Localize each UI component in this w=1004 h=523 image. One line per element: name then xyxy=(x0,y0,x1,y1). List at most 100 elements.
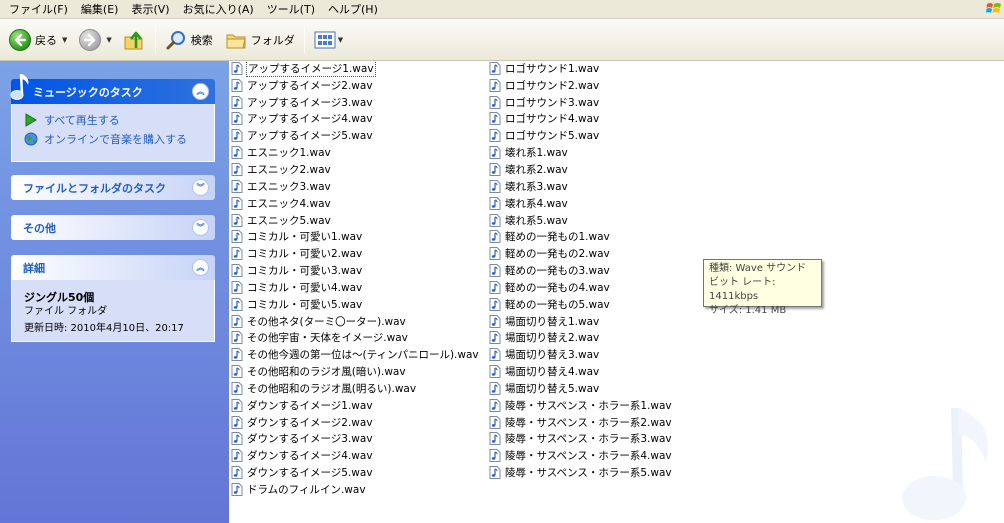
file-item[interactable]: 場面切り替え4.wav xyxy=(489,363,673,380)
wav-file-icon xyxy=(231,314,243,328)
file-name: アップするイメージ4.wav xyxy=(247,113,373,126)
menu-tools[interactable]: ツール(T) xyxy=(262,0,320,19)
menu-view[interactable]: 表示(V) xyxy=(126,0,174,19)
file-item[interactable]: 軽めの一発もの5.wav xyxy=(489,296,673,313)
file-item[interactable]: その他昭和のラジオ風(明るい).wav xyxy=(231,380,480,397)
file-item[interactable]: 軽めの一発もの3.wav xyxy=(489,262,673,279)
play-all-label: すべて再生する xyxy=(44,113,120,127)
expand-chevron-icon[interactable]: ︾ xyxy=(192,179,209,196)
file-item[interactable]: エスニック3.wav xyxy=(231,178,480,195)
file-item[interactable]: ロゴサウンド4.wav xyxy=(489,111,673,128)
expand-chevron-icon[interactable]: ︾ xyxy=(192,219,209,236)
file-item[interactable]: コミカル・可愛い3.wav xyxy=(231,262,480,279)
file-item[interactable]: その他今週の第一位は〜(ティンパニロール).wav xyxy=(231,346,480,363)
file-folder-tasks-header[interactable]: ファイルとフォルダのタスク ︾ xyxy=(11,175,215,200)
file-item[interactable]: 陵辱・サスペンス・ホラー系4.wav xyxy=(489,447,673,464)
back-button[interactable]: 戻る ▼ xyxy=(6,24,70,56)
file-name: コミカル・可愛い2.wav xyxy=(247,248,363,261)
file-name: コミカル・可愛い1.wav xyxy=(247,231,363,244)
views-dropdown-icon[interactable]: ▼ xyxy=(338,36,343,44)
file-item[interactable]: エスニック1.wav xyxy=(231,144,480,161)
file-item[interactable]: その他ネタ(ターミ〇ーター).wav xyxy=(231,313,480,330)
file-item[interactable]: コミカル・可愛い2.wav xyxy=(231,245,480,262)
file-item[interactable]: ダウンするイメージ1.wav xyxy=(231,397,480,414)
file-item[interactable]: 壊れ系2.wav xyxy=(489,161,673,178)
file-item[interactable]: ドラムのフィルイン.wav xyxy=(231,481,480,498)
file-item[interactable]: コミカル・可愛い4.wav xyxy=(231,279,480,296)
file-item[interactable]: 軽めの一発もの4.wav xyxy=(489,279,673,296)
file-item[interactable]: アップするイメージ4.wav xyxy=(231,111,480,128)
file-name: 軽めの一発もの5.wav xyxy=(505,298,610,311)
search-label: 検索 xyxy=(190,33,213,47)
music-tasks-header[interactable]: ミュージックのタスク ︽ xyxy=(10,73,215,104)
details-header[interactable]: 詳細 ︽ xyxy=(11,255,215,280)
file-item[interactable]: 壊れ系5.wav xyxy=(489,212,673,229)
forward-button[interactable]: ▼ xyxy=(76,24,114,56)
file-name: ロゴサウンド4.wav xyxy=(505,113,600,126)
file-item[interactable]: アップするイメージ1.wav xyxy=(231,61,480,77)
file-item[interactable]: 場面切り替え1.wav xyxy=(489,313,673,330)
forward-dropdown-icon[interactable]: ▼ xyxy=(106,36,111,44)
file-item[interactable]: 場面切り替え2.wav xyxy=(489,330,673,347)
file-list-view[interactable]: アップするイメージ1.wav アップするイメージ2.wav アップするイメージ3.w… xyxy=(229,61,1004,523)
collapse-chevron-icon[interactable]: ︽ xyxy=(192,83,209,100)
file-item[interactable]: 陵辱・サスペンス・ホラー系1.wav xyxy=(489,397,673,414)
file-item[interactable]: ダウンするイメージ2.wav xyxy=(231,414,480,431)
file-name: アップするイメージ2.wav xyxy=(247,79,373,92)
file-item[interactable]: 場面切り替え3.wav xyxy=(489,346,673,363)
wav-file-icon xyxy=(489,331,501,345)
file-item[interactable]: 陵辱・サスペンス・ホラー系3.wav xyxy=(489,431,673,448)
file-item[interactable]: ロゴサウンド2.wav xyxy=(489,77,673,94)
wav-file-icon xyxy=(489,230,501,244)
file-item[interactable]: エスニック4.wav xyxy=(231,195,480,212)
file-item[interactable]: その他昭和のラジオ風(暗い).wav xyxy=(231,363,480,380)
menu-favorites[interactable]: お気に入り(A) xyxy=(178,0,259,19)
file-item[interactable]: ダウンするイメージ5.wav xyxy=(231,464,480,481)
file-name: その他宇宙・天体をイメージ.wav xyxy=(247,332,408,345)
file-item[interactable]: ダウンするイメージ4.wav xyxy=(231,447,480,464)
up-folder-icon xyxy=(124,31,143,49)
wav-file-icon xyxy=(231,230,243,244)
file-name: その他昭和のラジオ風(暗い).wav xyxy=(247,366,406,379)
file-item[interactable]: コミカル・可愛い5.wav xyxy=(231,296,480,313)
file-item[interactable]: 軽めの一発もの1.wav xyxy=(489,228,673,245)
file-item[interactable]: 壊れ系4.wav xyxy=(489,195,673,212)
play-all-link[interactable]: すべて再生する xyxy=(24,110,204,129)
up-folder-button[interactable] xyxy=(119,24,149,56)
back-dropdown-icon[interactable]: ▼ xyxy=(62,36,67,44)
file-item[interactable]: ダウンするイメージ3.wav xyxy=(231,431,480,448)
file-item[interactable]: ロゴサウンド5.wav xyxy=(489,127,673,144)
collapse-chevron-icon[interactable]: ︽ xyxy=(192,259,209,276)
file-item[interactable]: 陵辱・サスペンス・ホラー系5.wav xyxy=(489,464,673,481)
buy-music-online-link[interactable]: オンラインで音楽を購入する xyxy=(24,129,204,148)
file-item[interactable]: その他宇宙・天体をイメージ.wav xyxy=(231,330,480,347)
file-item[interactable]: エスニック5.wav xyxy=(231,212,480,229)
file-item[interactable]: 壊れ系1.wav xyxy=(489,144,673,161)
file-item[interactable]: 軽めの一発もの2.wav xyxy=(489,245,673,262)
file-name: エスニック2.wav xyxy=(247,163,331,176)
file-item[interactable]: コミカル・可愛い1.wav xyxy=(231,228,480,245)
file-item[interactable]: 壊れ系3.wav xyxy=(489,178,673,195)
menu-help[interactable]: ヘルプ(H) xyxy=(323,0,383,19)
file-item[interactable]: 場面切り替え5.wav xyxy=(489,380,673,397)
wav-file-icon xyxy=(489,348,501,362)
file-item[interactable]: ロゴサウンド3.wav xyxy=(489,94,673,111)
wav-file-icon xyxy=(489,196,501,210)
file-item[interactable]: アップするイメージ5.wav xyxy=(231,127,480,144)
file-item[interactable]: エスニック2.wav xyxy=(231,161,480,178)
search-button[interactable]: 検索 xyxy=(162,24,216,56)
file-item[interactable]: アップするイメージ3.wav xyxy=(231,94,480,111)
buy-music-online-label: オンラインで音楽を購入する xyxy=(44,132,187,146)
file-list-column: ロゴサウンド1.wav ロゴサウンド2.wav ロゴサウンド3.wav ロゴサウンド4… xyxy=(489,61,673,481)
menu-file[interactable]: ファイル(F) xyxy=(4,0,73,19)
folders-button[interactable]: フォルダ xyxy=(222,24,298,56)
file-name: コミカル・可愛い5.wav xyxy=(247,298,363,311)
menu-edit[interactable]: 編集(E) xyxy=(76,0,124,19)
file-item[interactable]: 陵辱・サスペンス・ホラー系2.wav xyxy=(489,414,673,431)
folder-icon xyxy=(226,34,246,48)
wav-file-icon xyxy=(489,112,501,126)
file-item[interactable]: ロゴサウンド1.wav xyxy=(489,61,673,77)
views-button[interactable]: ▼ xyxy=(311,24,346,56)
other-places-header[interactable]: その他 ︾ xyxy=(11,215,215,240)
file-item[interactable]: アップするイメージ2.wav xyxy=(231,77,480,94)
